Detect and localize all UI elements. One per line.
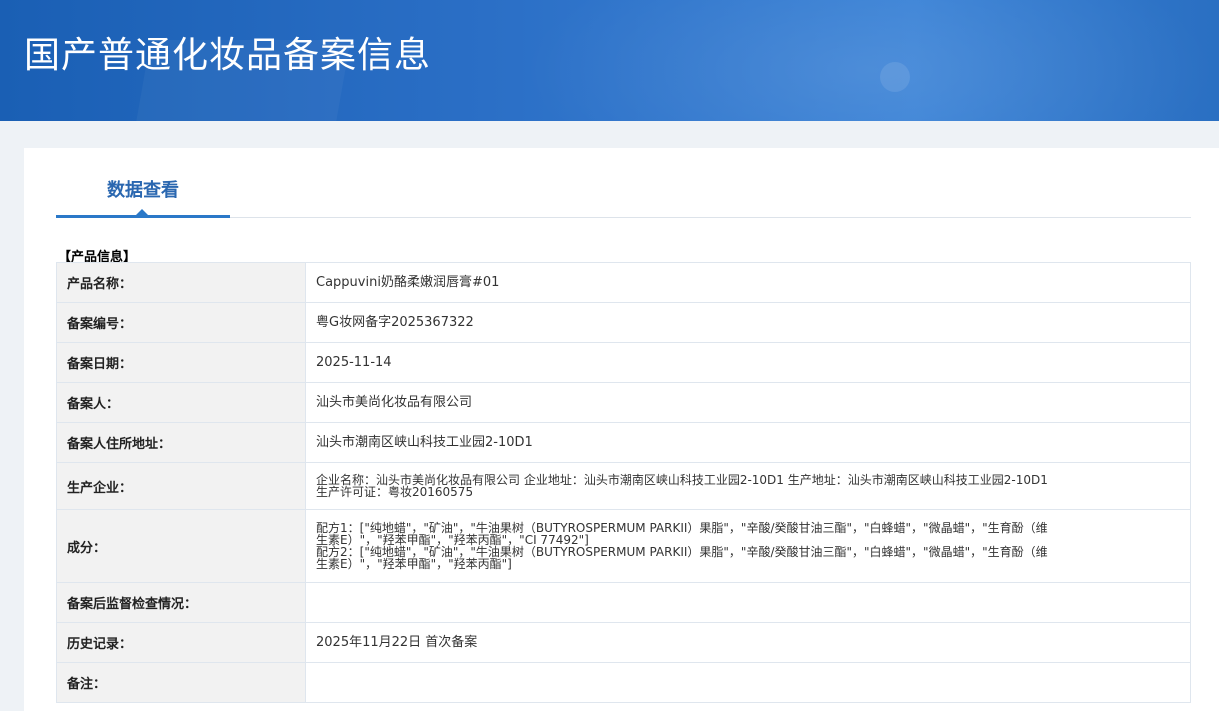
table-row: 产品名称： Cappuvini奶酪柔嫩润唇膏#01 [56,262,1191,303]
row-value: 2025年11月22日 首次备案 [305,622,1191,663]
content-panel: 数据查看 【产品信息】 产品名称： Cappuvini奶酪柔嫩润唇膏#01 备案… [24,148,1219,711]
table-row: 历史记录： 2025年11月22日 首次备案 [56,622,1191,663]
manufacturer-text: 企业名称：汕头市美尚化妆品有限公司 企业地址：汕头市潮南区峡山科技工业园2-10… [316,473,1048,499]
row-key: 产品名称： [56,262,306,303]
row-value: 2025-11-14 [305,342,1191,383]
table-row: 备案人住所地址： 汕头市潮南区峡山科技工业园2-10D1 [56,422,1191,463]
row-key: 成分： [56,509,306,583]
banner-decoration [880,62,910,92]
tab-label: 数据查看 [107,180,179,201]
product-info-table: 产品名称： Cappuvini奶酪柔嫩润唇膏#01 备案编号： 粤G妆网备字20… [56,262,1191,703]
tab-bar: 数据查看 [56,148,1191,218]
table-row: 备注： [56,662,1191,703]
banner-decoration [520,0,1219,121]
tab-data-view[interactable]: 数据查看 [56,148,230,218]
row-key: 历史记录： [56,622,306,663]
table-row: 成分： 配方1：["纯地蜡"，"矿油"，"牛油果树（BUTYROSPERMUM … [56,509,1191,583]
active-tab-caret-icon [136,209,148,215]
row-key: 备案日期： [56,342,306,383]
page-title: 国产普通化妆品备案信息 [24,35,432,76]
row-key: 备案人： [56,382,306,423]
table-row: 备案日期： 2025-11-14 [56,342,1191,383]
header-banner: 国产普通化妆品备案信息 [0,0,1219,121]
ingredients-text: 配方1：["纯地蜡"，"矿油"，"牛油果树（BUTYROSPERMUM PARK… [316,521,1048,571]
row-key: 备注： [56,662,306,703]
row-value: 配方1：["纯地蜡"，"矿油"，"牛油果树（BUTYROSPERMUM PARK… [305,509,1191,583]
table-row: 生产企业： 企业名称：汕头市美尚化妆品有限公司 企业地址：汕头市潮南区峡山科技工… [56,462,1191,510]
row-value [305,662,1191,703]
row-value: 汕头市潮南区峡山科技工业园2-10D1 [305,422,1191,463]
row-key: 备案编号： [56,302,306,343]
table-row: 备案后监督检查情况： [56,582,1191,623]
row-key: 生产企业： [56,462,306,510]
row-key: 备案后监督检查情况： [56,582,306,623]
row-value: Cappuvini奶酪柔嫩润唇膏#01 [305,262,1191,303]
table-row: 备案编号： 粤G妆网备字2025367322 [56,302,1191,343]
row-value [305,582,1191,623]
row-value: 粤G妆网备字2025367322 [305,302,1191,343]
row-value: 汕头市美尚化妆品有限公司 [305,382,1191,423]
row-value: 企业名称：汕头市美尚化妆品有限公司 企业地址：汕头市潮南区峡山科技工业园2-10… [305,462,1191,510]
table-row: 备案人： 汕头市美尚化妆品有限公司 [56,382,1191,423]
row-key: 备案人住所地址： [56,422,306,463]
